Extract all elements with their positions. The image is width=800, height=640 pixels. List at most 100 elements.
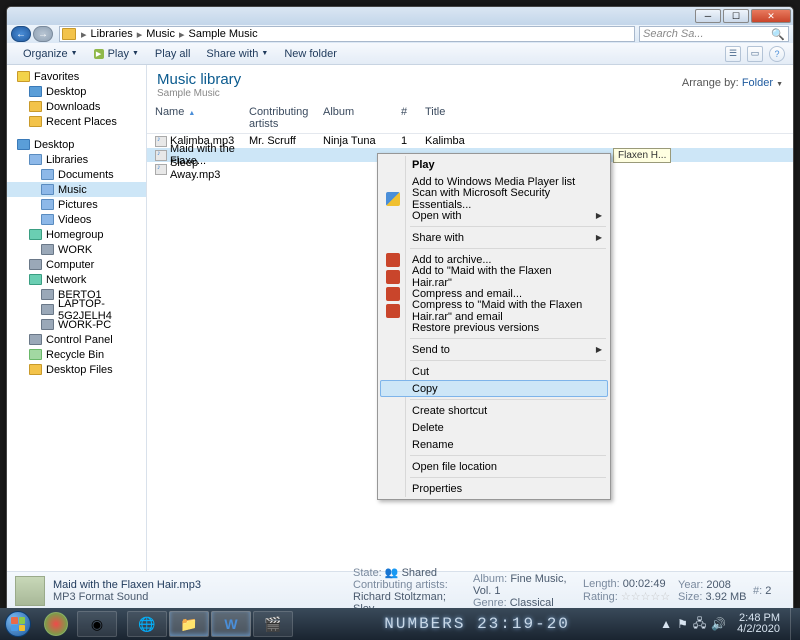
col-name: Name▲ <box>155 106 249 130</box>
sidebar-documents[interactable]: Documents <box>7 167 146 182</box>
windows-logo-icon <box>5 611 31 637</box>
ctx-shortcut[interactable]: Create shortcut <box>380 402 608 419</box>
view-button[interactable]: ☰ <box>725 46 741 62</box>
ctx-sharewith[interactable]: Share with▶ <box>380 229 608 246</box>
taskbar-media[interactable]: 🎬 <box>253 611 293 637</box>
help-button[interactable]: ? <box>769 46 785 62</box>
breadcrumb[interactable]: ▸ Libraries ▸ Music ▸ Sample Music <box>59 26 635 42</box>
audio-file-icon <box>155 136 167 147</box>
taskbar-explorer[interactable]: 📁 <box>169 611 209 637</box>
ctx-play[interactable]: Play <box>380 156 608 173</box>
chevron-right-icon: ▶ <box>596 233 602 242</box>
ctx-sendto[interactable]: Send to▶ <box>380 341 608 358</box>
ctx-delete[interactable]: Delete <box>380 419 608 436</box>
taskbar-chrome[interactable] <box>44 612 68 636</box>
sidebar-controlpanel[interactable]: Control Panel <box>7 332 146 347</box>
sidebar-network[interactable]: Network <box>7 272 146 287</box>
library-icon <box>41 199 54 210</box>
computer-icon <box>41 319 54 330</box>
sidebar-desktopfiles[interactable]: Desktop Files <box>7 362 146 377</box>
taskbar-word[interactable]: W <box>211 611 251 637</box>
homegroup-icon <box>29 229 42 240</box>
desktop-widget: NUMBERS 23:19-20 <box>294 615 660 633</box>
show-desktop-button[interactable] <box>790 608 800 640</box>
computer-icon <box>41 289 54 300</box>
sharewith-button[interactable]: Share with▼ <box>198 46 276 62</box>
sidebar-videos[interactable]: Videos <box>7 212 146 227</box>
chevron-right-icon: ▸ <box>80 28 88 41</box>
maximize-button[interactable]: ☐ <box>723 9 749 23</box>
shield-icon <box>386 192 400 206</box>
sidebar-computer[interactable]: Computer <box>7 257 146 272</box>
close-button[interactable]: ✕ <box>751 9 791 23</box>
ctx-addrar[interactable]: Add to "Maid with the Flaxen Hair.rar" <box>380 268 608 285</box>
tray-flag-icon[interactable]: ⚑ <box>677 617 688 631</box>
column-headers[interactable]: Name▲ Contributing artists Album # Title <box>147 103 793 134</box>
playall-button[interactable]: Play all <box>147 46 198 62</box>
search-input[interactable]: Search Sa... 🔍 <box>639 26 789 42</box>
minimize-button[interactable]: ─ <box>695 9 721 23</box>
play-icon: ▶ <box>94 49 104 59</box>
newfolder-button[interactable]: New folder <box>276 46 345 62</box>
sidebar-laptop[interactable]: LAPTOP-5G2JELH4 <box>7 302 146 317</box>
audio-file-icon <box>155 150 167 161</box>
tooltip: Flaxen H... <box>613 148 671 163</box>
ctx-rename[interactable]: Rename <box>380 436 608 453</box>
sidebar-work[interactable]: WORK <box>7 242 146 257</box>
start-button[interactable] <box>0 608 36 640</box>
sidebar-pictures[interactable]: Pictures <box>7 197 146 212</box>
sidebar-downloads[interactable]: Downloads <box>7 99 146 114</box>
back-button[interactable]: ← <box>11 26 31 42</box>
sidebar-homegroup[interactable]: Homegroup <box>7 227 146 242</box>
ctx-compressrar[interactable]: Compress to "Maid with the Flaxen Hair.r… <box>380 302 608 319</box>
preview-button[interactable]: ▭ <box>747 46 763 62</box>
arrange-by[interactable]: Arrange by: Folder ▼ <box>682 71 783 89</box>
folder-icon <box>29 101 42 112</box>
details-filename: Maid with the Flaxen Hair.mp3 <box>53 579 353 591</box>
taskbar-clock[interactable]: 2:48 PM4/2/2020 <box>731 613 786 635</box>
tray-volume-icon[interactable]: 🔊 <box>711 617 726 631</box>
library-title: Music library <box>157 71 241 88</box>
sidebar-desktop[interactable]: Desktop <box>7 84 146 99</box>
computer-icon <box>29 259 42 270</box>
sidebar-favorites[interactable]: Favorites <box>7 69 146 84</box>
star-icon <box>17 71 30 82</box>
sidebar-recent[interactable]: Recent Places <box>7 114 146 129</box>
ctx-cut[interactable]: Cut <box>380 363 608 380</box>
details-type: MP3 Format Sound <box>53 591 353 603</box>
explorer-window: ─ ☐ ✕ ← → ▸ Libraries ▸ Music ▸ Sample M… <box>6 6 794 608</box>
library-subtitle: Sample Music <box>157 88 241 99</box>
chevron-right-icon: ▸ <box>178 28 186 41</box>
network-icon <box>29 274 42 285</box>
rar-icon <box>386 270 400 284</box>
desktop-icon <box>29 86 42 97</box>
sidebar-recycle[interactable]: Recycle Bin <box>7 347 146 362</box>
organize-button[interactable]: Organize▼ <box>15 46 86 62</box>
col-album: Album <box>323 106 401 130</box>
taskbar-app[interactable]: ◉ <box>77 611 117 637</box>
ctx-restore[interactable]: Restore previous versions <box>380 319 608 336</box>
ctx-scan[interactable]: Scan with Microsoft Security Essentials.… <box>380 190 608 207</box>
context-menu: Play Add to Windows Media Player list Sc… <box>377 153 611 500</box>
tray-network-icon[interactable]: 🖧 <box>693 614 706 635</box>
forward-button[interactable]: → <box>33 26 53 42</box>
ctx-copy[interactable]: Copy <box>380 380 608 397</box>
sidebar-libraries[interactable]: Libraries <box>7 152 146 167</box>
taskbar-chrome2[interactable]: 🌐 <box>127 611 167 637</box>
breadcrumb-sample[interactable]: Sample Music <box>186 28 261 40</box>
breadcrumb-music[interactable]: Music <box>143 28 178 40</box>
breadcrumb-libraries[interactable]: Libraries <box>88 28 136 40</box>
content-pane: Music library Sample Music Arrange by: F… <box>147 65 793 571</box>
desktop-icon <box>17 139 30 150</box>
ctx-openloc[interactable]: Open file location <box>380 458 608 475</box>
library-icon <box>41 184 54 195</box>
tray-up-icon[interactable]: ▲ <box>660 617 672 631</box>
play-button[interactable]: ▶Play▼ <box>86 46 147 62</box>
chevron-right-icon: ▸ <box>136 28 144 41</box>
folder-icon <box>29 364 42 375</box>
folder-icon <box>29 116 42 127</box>
ctx-properties[interactable]: Properties <box>380 480 608 497</box>
sidebar-music[interactable]: Music <box>7 182 146 197</box>
ctx-openwith[interactable]: Open with▶ <box>380 207 608 224</box>
sidebar-desktop-root[interactable]: Desktop <box>7 137 146 152</box>
